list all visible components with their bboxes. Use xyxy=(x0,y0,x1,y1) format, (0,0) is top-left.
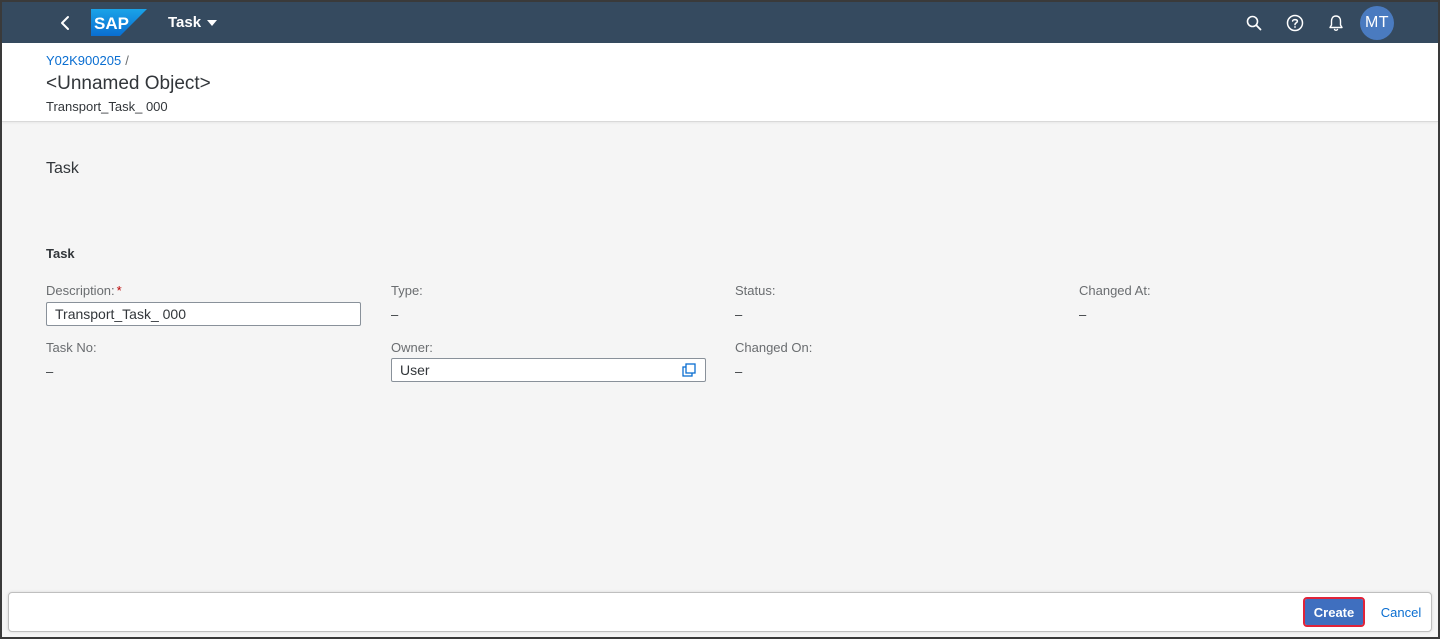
app-title-menu[interactable]: Task xyxy=(168,2,218,43)
back-button[interactable] xyxy=(50,8,80,38)
sap-logo: SAP xyxy=(91,9,147,36)
status-label: Status: xyxy=(735,283,776,298)
description-input[interactable] xyxy=(46,302,361,326)
owner-input[interactable] xyxy=(391,358,706,382)
help-button[interactable] xyxy=(1282,10,1308,36)
type-label: Type: xyxy=(391,283,423,298)
create-button[interactable]: Create xyxy=(1303,597,1365,627)
description-label: Description: * xyxy=(46,283,122,298)
type-value: – xyxy=(391,307,399,322)
breadcrumb-separator: / xyxy=(125,53,129,68)
task-no-label: Task No: xyxy=(46,340,97,355)
section-title: Task xyxy=(46,160,79,177)
value-help-icon xyxy=(682,363,696,377)
breadcrumb: Y02K900205 / xyxy=(46,53,129,68)
page-title: <Unnamed Object> xyxy=(46,73,211,94)
object-header: Y02K900205 / <Unnamed Object> Transport_… xyxy=(2,43,1438,122)
changed-on-label: Changed On: xyxy=(735,340,813,355)
notifications-button[interactable] xyxy=(1323,10,1349,36)
description-label-text: Description: xyxy=(46,283,115,298)
footer-toolbar: Create Cancel xyxy=(8,592,1432,632)
cancel-button[interactable]: Cancel xyxy=(1373,599,1429,625)
bell-icon xyxy=(1329,15,1343,32)
breadcrumb-link[interactable]: Y02K900205 xyxy=(46,53,121,68)
owner-label: Owner: xyxy=(391,340,433,355)
changed-on-value: – xyxy=(735,364,743,379)
app-window: SAP Task MT Y02K900205 / <Unnamed Object… xyxy=(0,0,1440,639)
required-marker: * xyxy=(116,283,122,298)
task-no-value: – xyxy=(46,364,54,379)
owner-value-help-button[interactable] xyxy=(679,360,699,380)
group-title: Task xyxy=(46,246,75,261)
search-button[interactable] xyxy=(1241,10,1267,36)
app-title: Task xyxy=(168,14,202,31)
shell-bar: SAP Task MT xyxy=(2,2,1438,43)
changed-at-value: – xyxy=(1079,307,1087,322)
avatar-initials: MT xyxy=(1364,14,1390,31)
changed-at-label: Changed At: xyxy=(1079,283,1151,298)
status-value: – xyxy=(735,307,743,322)
svg-text:SAP: SAP xyxy=(94,14,129,33)
chevron-left-icon xyxy=(61,16,69,30)
caret-down-icon xyxy=(207,19,218,26)
page-subtitle: Transport_Task_ 000 xyxy=(46,99,168,114)
user-avatar[interactable]: MT xyxy=(1360,6,1394,40)
help-icon xyxy=(1286,14,1304,32)
search-icon xyxy=(1246,15,1262,31)
